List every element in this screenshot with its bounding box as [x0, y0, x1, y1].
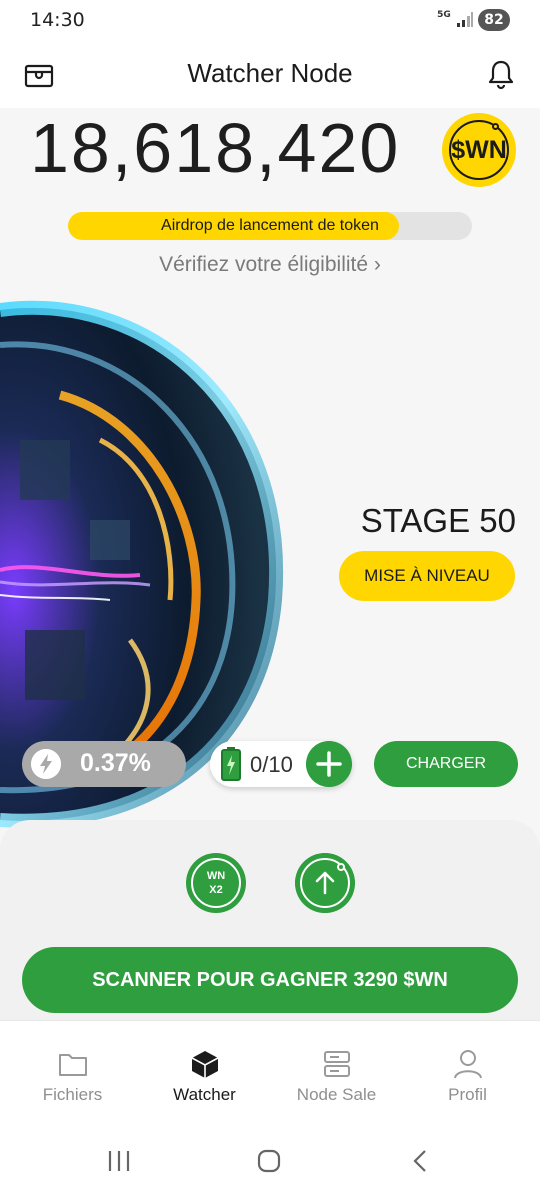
bottom-nav: Fichiers Watcher Node Sale Profil: [0, 1020, 540, 1120]
recent-apps-icon[interactable]: [104, 1148, 134, 1174]
multiplier-line2: X2: [209, 884, 223, 896]
status-time: 14:30: [30, 9, 85, 31]
nav-label-watcher: Watcher: [173, 1085, 236, 1104]
nav-item-profil[interactable]: Profil: [400, 1021, 535, 1121]
cube-icon: [191, 1051, 218, 1078]
energy-pill: 0/10: [210, 741, 352, 787]
nav-label-node-sale: Node Sale: [296, 1085, 377, 1104]
bell-icon[interactable]: [486, 58, 516, 90]
eligibility-link-text: Vérifiez votre éligibilité: [159, 253, 369, 276]
stage-label: STAGE 50: [360, 502, 516, 539]
nav-item-fichiers[interactable]: Fichiers: [5, 1021, 140, 1121]
eligibility-link[interactable]: Vérifiez votre éligibilité ›: [0, 253, 540, 277]
wn-token-icon: $WN: [442, 113, 516, 187]
chevron-right-icon: ›: [373, 253, 381, 276]
battery-icon: [221, 747, 241, 781]
wn-x2-multiplier-button[interactable]: WN X2: [186, 853, 246, 913]
home-icon[interactable]: [254, 1148, 284, 1174]
upgrade-button[interactable]: MISE À NIVEAU: [339, 551, 515, 601]
airdrop-label: Airdrop de lancement de token: [161, 217, 379, 234]
nav-item-node-sale[interactable]: Node Sale: [269, 1021, 404, 1121]
lightning-icon: [31, 749, 61, 779]
scan-to-earn-button[interactable]: SCANNER POUR GAGNER 3290 $WN: [22, 947, 518, 1013]
token-dot: [492, 123, 499, 130]
app-header: Watcher Node: [0, 40, 540, 108]
charge-button[interactable]: CHARGER: [374, 741, 518, 787]
battery-indicator: 82: [478, 9, 510, 31]
token-balance: 18,618,420: [30, 109, 401, 187]
energy-value: 0/10: [250, 752, 293, 777]
back-icon[interactable]: [406, 1148, 436, 1174]
nav-item-watcher[interactable]: Watcher: [137, 1021, 272, 1121]
nav-label-profil: Profil: [448, 1085, 487, 1104]
nav-label-fichiers: Fichiers: [42, 1085, 103, 1104]
page-title: Watcher Node: [187, 58, 353, 88]
airdrop-progress-bar: Airdrop de lancement de token: [68, 212, 472, 240]
multiplier-line1: WN: [206, 870, 226, 882]
multiplier-label: WN X2: [186, 869, 246, 897]
token-symbol: $WN: [451, 136, 507, 164]
upload-arrow-button[interactable]: [295, 853, 355, 913]
system-nav-bar: [0, 1120, 540, 1199]
folder-icon: [58, 1054, 87, 1076]
network-5g-icon: 5G: [437, 10, 451, 20]
status-bar: 14:30 5G 82: [0, 0, 540, 40]
add-energy-button[interactable]: [306, 741, 352, 787]
boost-rate-pill: 0.37%: [22, 741, 186, 787]
boost-rate-value: 0.37%: [80, 749, 151, 777]
signal-icon: [457, 12, 473, 27]
user-icon: [453, 1050, 482, 1079]
server-icon: [323, 1051, 350, 1077]
